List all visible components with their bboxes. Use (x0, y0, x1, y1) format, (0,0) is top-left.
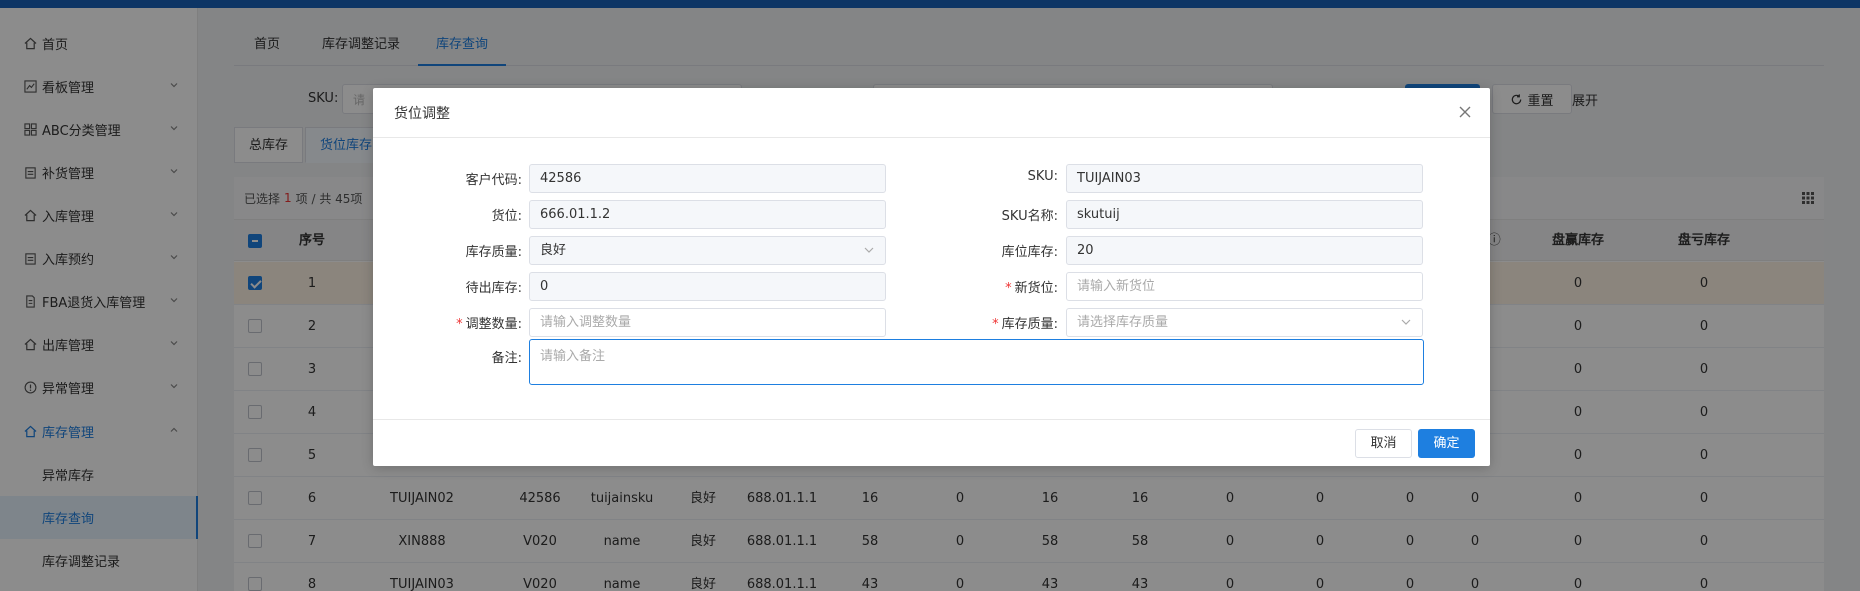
new-quality-label: * 库存质量: (992, 317, 1058, 332)
loc-stock-label: 库位库存: (1001, 245, 1058, 260)
new-location-label: * 新货位: (1005, 281, 1058, 296)
dialog-title: 货位调整 (394, 106, 450, 122)
sku-label: SKU: (1027, 169, 1058, 184)
quality-select: 良好 (529, 236, 886, 265)
remark-label: 备注: (491, 351, 522, 366)
location-adjust-dialog: 货位调整 客户代码: 42586 SKU: TUIJAIN03 货位: 666.… (373, 88, 1490, 466)
chevron-down-icon (1401, 319, 1411, 325)
customer-code-label: 客户代码: (465, 173, 522, 188)
adjust-qty-label-text: 调整数量: (465, 317, 522, 332)
customer-code-field: 42586 (529, 164, 886, 193)
pending-out-label: 待出库存: (465, 281, 522, 296)
new-location-input[interactable]: 请输入新货位 (1066, 272, 1423, 301)
sku-field: TUIJAIN03 (1066, 164, 1423, 193)
close-icon[interactable] (1456, 103, 1474, 121)
pending-out-field: 0 (529, 272, 886, 301)
quality-select-value: 良好 (540, 243, 567, 258)
dialog-header: 货位调整 (373, 88, 1490, 138)
loc-stock-field: 20 (1066, 236, 1423, 265)
new-location-label-text: 新货位: (1014, 281, 1058, 296)
new-quality-placeholder: 请选择库存质量 (1077, 315, 1169, 330)
adjust-qty-label: * 调整数量: (456, 317, 522, 332)
dialog-footer: 取消 确定 (373, 419, 1490, 466)
adjust-qty-input[interactable]: 请输入调整数量 (529, 308, 886, 337)
location-label: 货位: (491, 209, 522, 224)
new-quality-select[interactable]: 请选择库存质量 (1066, 308, 1423, 337)
confirm-button[interactable]: 确定 (1418, 429, 1475, 458)
quality-label: 库存质量: (465, 245, 522, 260)
new-quality-label-text: 库存质量: (1001, 317, 1058, 332)
sku-name-label: SKU名称: (1001, 209, 1058, 224)
chevron-down-icon (864, 247, 874, 253)
sku-name-field: skutuij (1066, 200, 1423, 229)
cancel-button[interactable]: 取消 (1355, 429, 1412, 458)
location-field: 666.01.1.2 (529, 200, 886, 229)
remark-textarea[interactable]: 请输入备注 (529, 339, 1424, 385)
